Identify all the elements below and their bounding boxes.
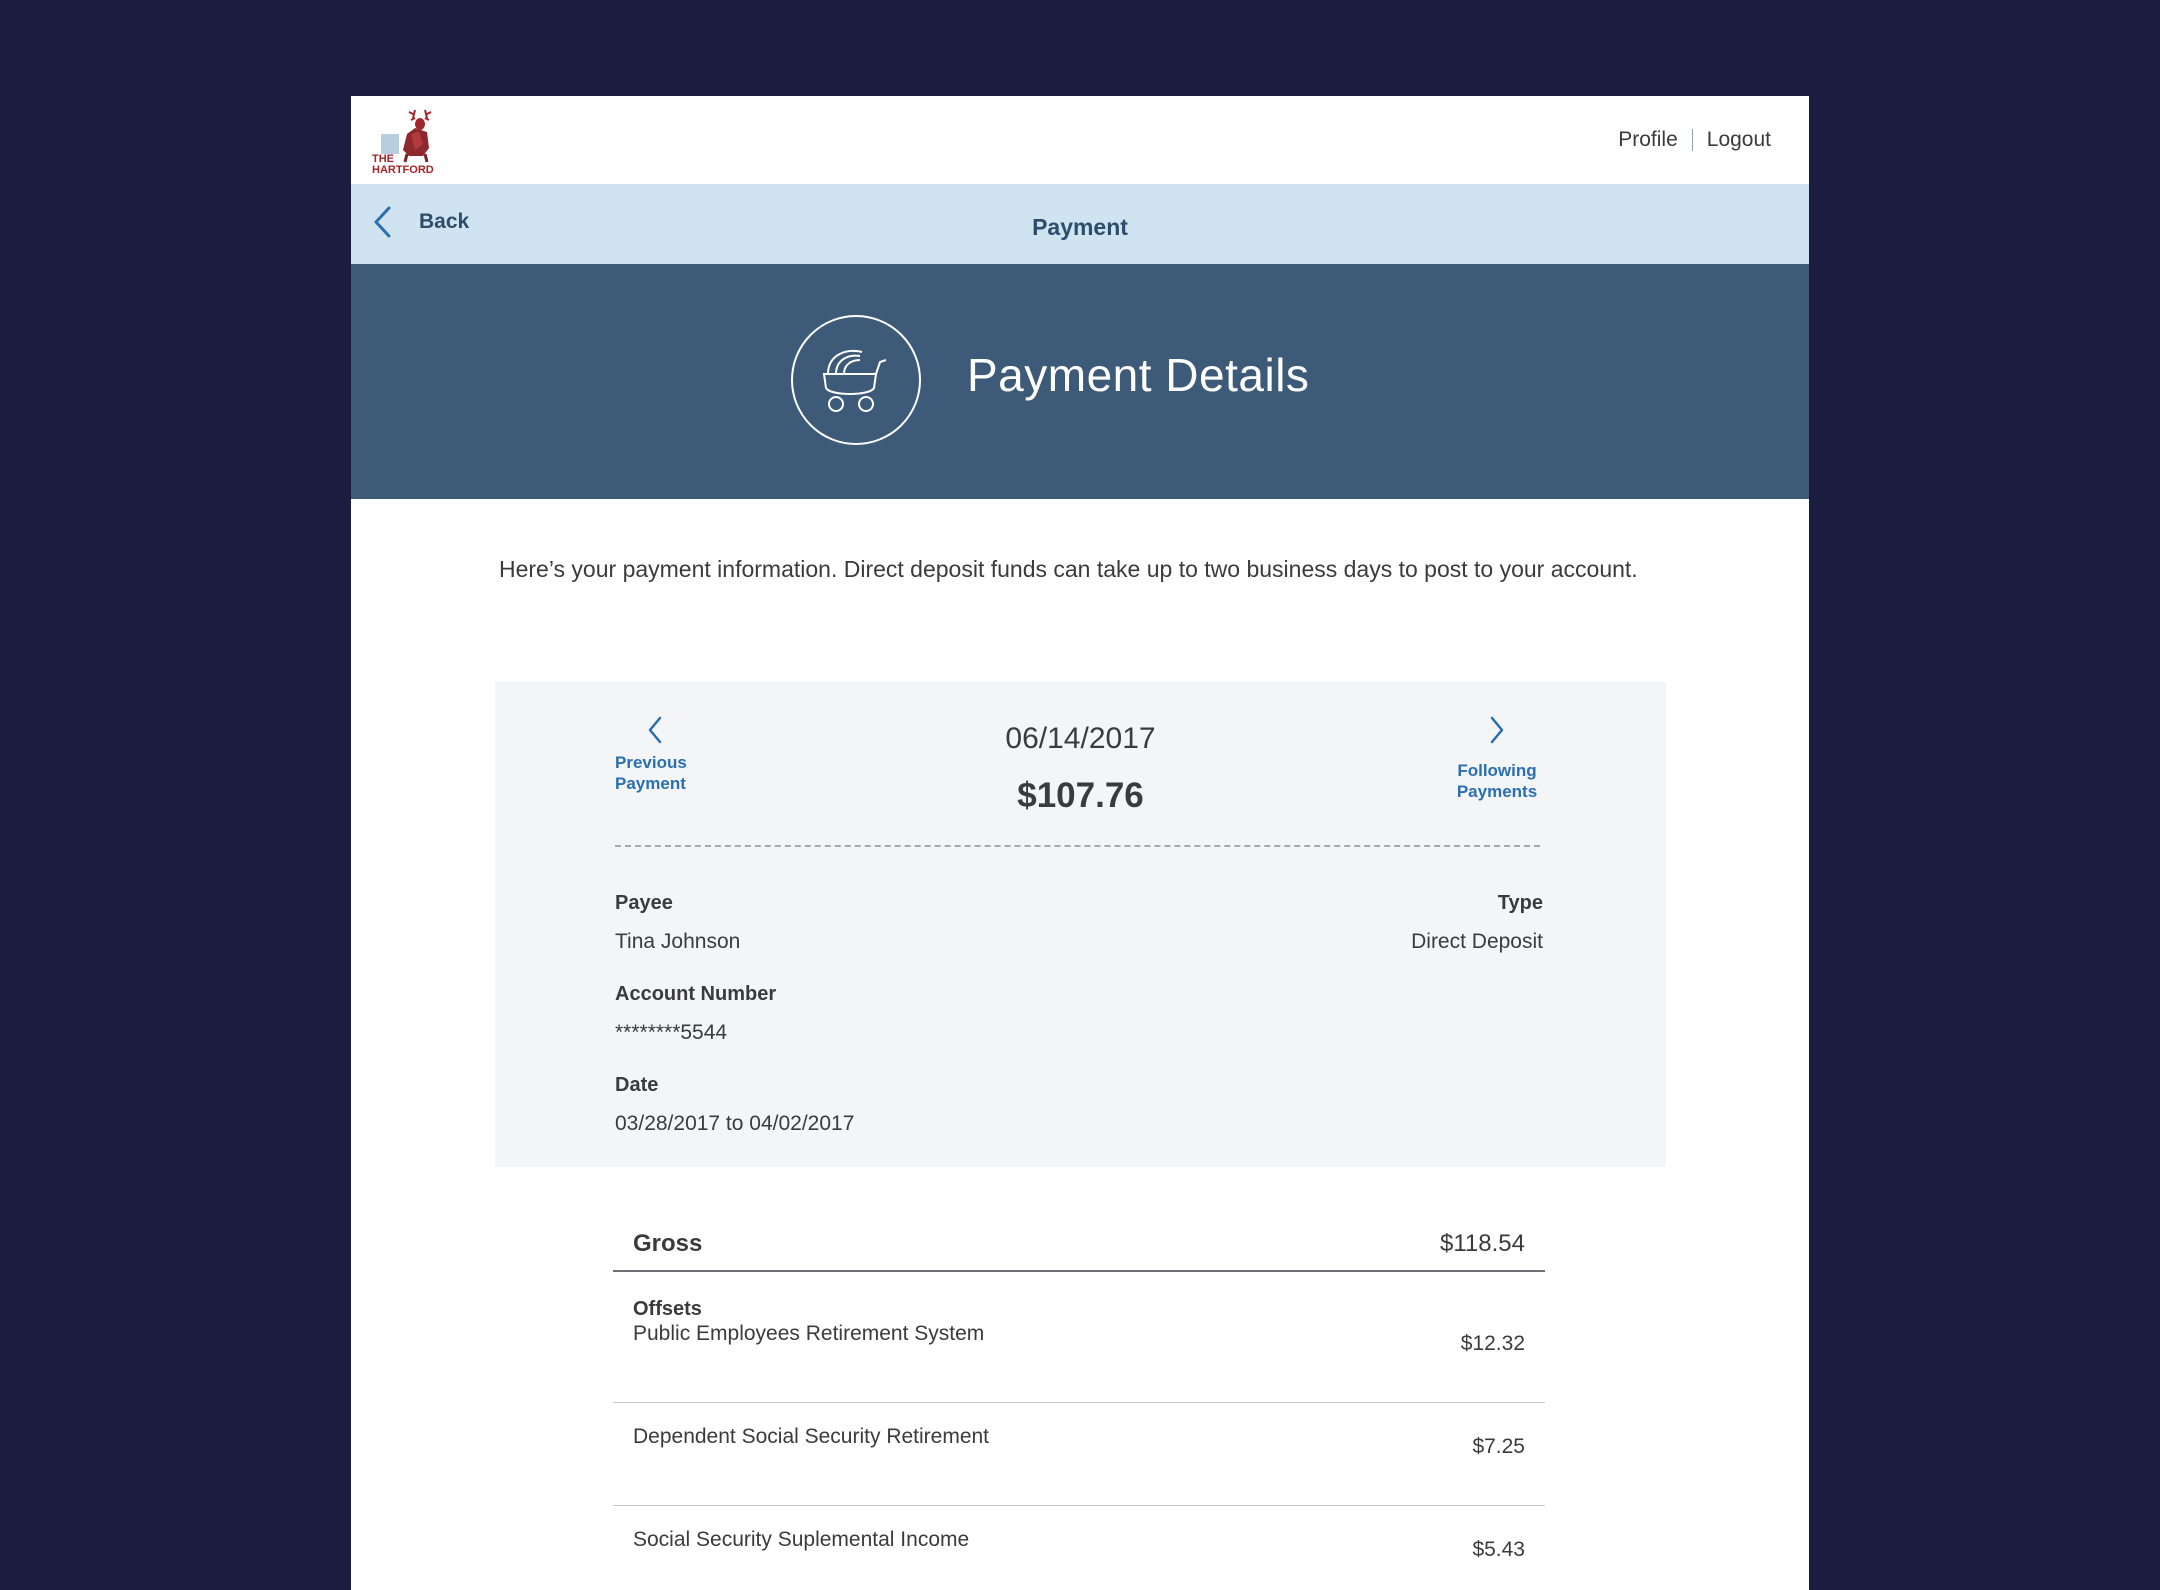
type-value: Direct Deposit <box>1411 930 1543 953</box>
payment-breakdown-table: Gross $118.54 Offsets Public Employees R… <box>613 1226 1545 1590</box>
offset-value: $12.32 <box>1460 1332 1525 1355</box>
gross-row: Gross $118.54 <box>613 1226 1545 1272</box>
app-window: THE HARTFORD Profile Logout Back Payment <box>351 96 1809 1590</box>
hero-banner: Payment Details <box>351 264 1809 499</box>
stroller-icon <box>791 315 921 445</box>
sub-nav-bar: Back Payment <box>351 184 1809 264</box>
account-number-label: Account Number <box>615 983 777 1005</box>
offsets-heading: Offsets <box>633 1298 702 1320</box>
table-row: Offsets Public Employees Retirement Syst… <box>613 1272 1545 1403</box>
payee-value: Tina Johnson <box>615 930 741 953</box>
offset-value: $7.25 <box>1472 1435 1525 1458</box>
page-title: Payment <box>1032 214 1128 240</box>
top-bar: THE HARTFORD Profile Logout <box>351 96 1809 184</box>
hero-title: Payment Details <box>967 349 1310 401</box>
following-payments-button[interactable]: Following Payments <box>1447 714 1547 802</box>
offset-label: Dependent Social Security Retirement <box>633 1425 990 1448</box>
payment-summary-card: Previous Payment 06/14/2017 $107.76 Foll… <box>495 682 1666 1167</box>
offset-label: Social Security Suplemental Income <box>633 1528 970 1551</box>
table-row: Dependent Social Security Retirement $7.… <box>613 1403 1545 1506</box>
account-links: Profile Logout <box>1618 128 1771 152</box>
intro-text: Here’s your payment information. Direct … <box>499 556 1638 582</box>
account-number-value: ********5544 <box>615 1021 728 1044</box>
profile-link[interactable]: Profile <box>1618 128 1678 152</box>
gross-value: $118.54 <box>1440 1230 1525 1257</box>
chevron-right-icon <box>1490 716 1504 744</box>
date-range-value: 03/28/2017 to 04/02/2017 <box>615 1112 855 1135</box>
logout-link[interactable]: Logout <box>1707 128 1771 152</box>
offset-value: $5.43 <box>1472 1538 1525 1561</box>
table-row: Social Security Suplemental Income $5.43 <box>613 1506 1545 1590</box>
type-label: Type <box>1497 892 1543 914</box>
payee-label: Payee <box>615 892 673 914</box>
date-label: Date <box>615 1074 659 1096</box>
link-divider <box>1691 129 1693 151</box>
dashed-divider <box>615 845 1540 847</box>
offset-label: Public Employees Retirement System <box>633 1322 985 1345</box>
following-payments-label: Following Payments <box>1456 761 1538 801</box>
logo-wordmark: THE HARTFORD <box>372 153 434 176</box>
gross-label: Gross <box>633 1230 703 1257</box>
